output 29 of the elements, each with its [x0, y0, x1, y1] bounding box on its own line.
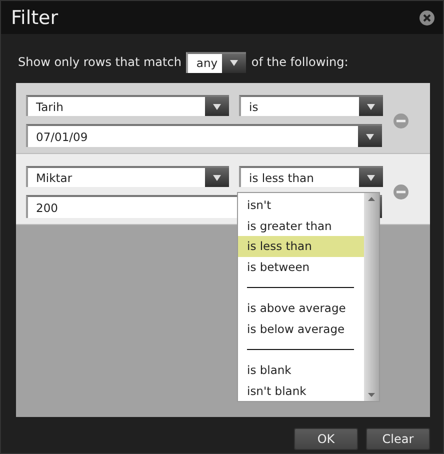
dropdown-arrow-icon — [213, 174, 221, 180]
menu-item[interactable]: isn't — [238, 195, 364, 216]
dropdown-arrow-icon — [230, 60, 238, 66]
dialog-button[interactable]: Clear — [366, 428, 430, 450]
window-title: Filter — [11, 6, 58, 28]
operator-dropdown[interactable]: is less than — [239, 166, 383, 187]
value-dropdown[interactable]: 07/01/09 — [26, 124, 382, 147]
remove-icon[interactable] — [393, 113, 409, 129]
match-dropdown[interactable]: any — [186, 52, 246, 72]
dropdown-arrow-icon — [213, 104, 221, 110]
field-dropdown[interactable]: Tarih — [26, 95, 229, 116]
menu-item[interactable]: is greater than — [238, 216, 364, 236]
scrollbar[interactable] — [364, 193, 379, 401]
menu-item[interactable]: is less than — [238, 236, 364, 257]
close-icon[interactable] — [419, 10, 435, 26]
dropdown-arrow-icon — [367, 104, 375, 110]
field-dropdown[interactable]: Miktar — [26, 166, 229, 187]
remove-icon[interactable] — [393, 184, 409, 200]
menu-item[interactable]: is between — [238, 256, 364, 278]
menu-item[interactable]: is above average — [238, 298, 364, 319]
menu-item[interactable]: isn't blank — [238, 380, 364, 401]
dialog-button[interactable]: OK — [294, 428, 358, 450]
dropdown-arrow-icon — [366, 134, 374, 140]
operator-dropdown[interactable]: is — [239, 95, 383, 116]
menu-item[interactable]: is below average — [238, 318, 364, 340]
match-suffix: of the following: — [251, 55, 348, 69]
dropdown-arrow-icon — [367, 174, 375, 180]
menu-item[interactable]: is blank — [238, 360, 364, 380]
match-label: Show only rows that match — [18, 55, 182, 69]
